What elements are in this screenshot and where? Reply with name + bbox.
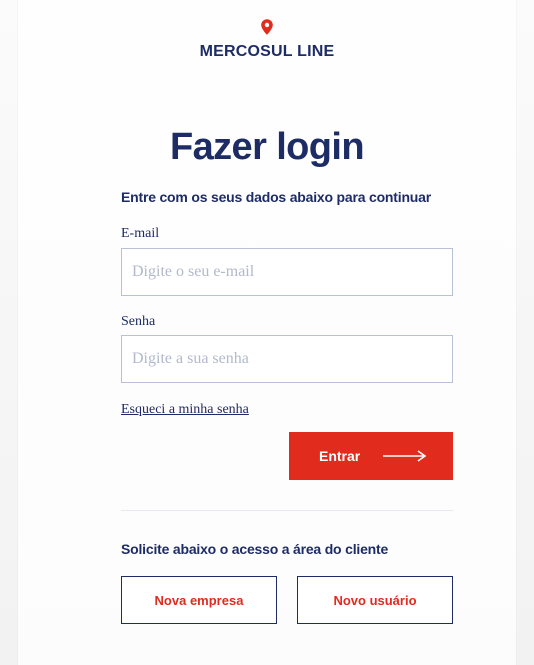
brand-name: MERCOSUL LINE	[199, 43, 335, 60]
access-request-text: Solicite abaixo o acesso a área do clien…	[121, 541, 389, 557]
page-background: MERCOSUL LINE Fazer login Entre com os s…	[0, 0, 534, 665]
forgot-password-link[interactable]: Esqueci a minha senha	[121, 402, 249, 418]
email-field[interactable]	[121, 248, 453, 296]
section-divider	[121, 510, 453, 511]
email-label: E-mail	[121, 226, 160, 241]
new-company-button[interactable]: Nova empresa	[121, 576, 277, 624]
login-subtitle: Entre com os seus dados abaixo para cont…	[121, 189, 431, 205]
page-title: Fazer login	[170, 126, 365, 168]
login-submit-button[interactable]: Entrar	[289, 432, 453, 480]
password-label: Senha	[121, 314, 156, 329]
arrow-right-icon	[383, 450, 427, 462]
login-submit-label: Entrar	[319, 448, 361, 464]
location-pin-icon	[261, 19, 273, 35]
password-field[interactable]	[121, 335, 453, 383]
new-user-button[interactable]: Novo usuário	[297, 576, 453, 624]
brand-logo[interactable]: MERCOSUL LINE	[0, 18, 534, 61]
login-card	[18, 0, 516, 665]
